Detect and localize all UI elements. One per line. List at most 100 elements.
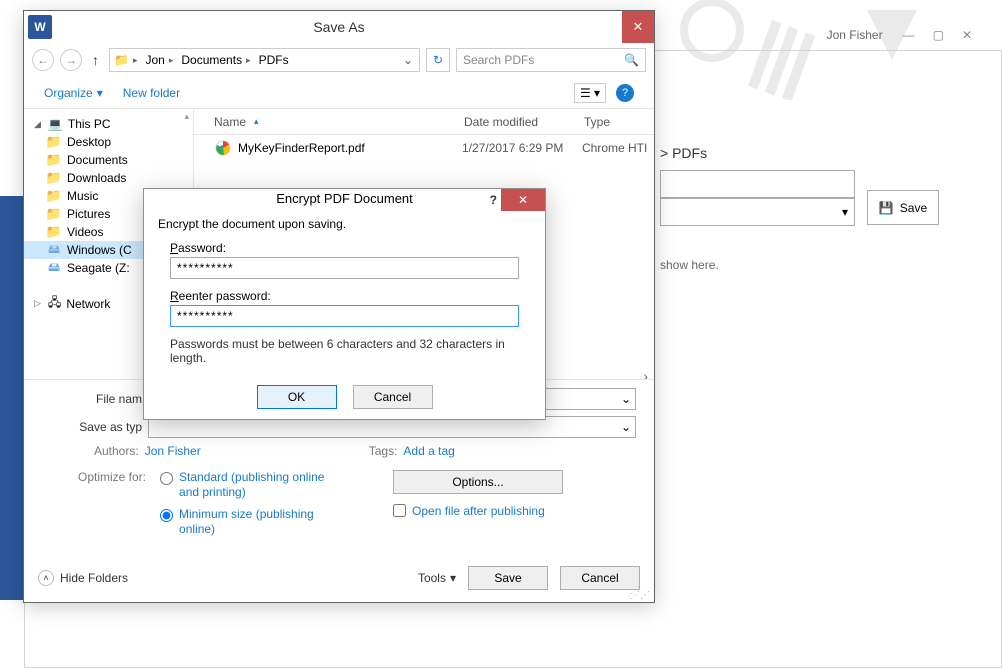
- drive-icon: [46, 243, 62, 257]
- folder-icon: [46, 171, 62, 185]
- col-date[interactable]: Date modified: [464, 115, 584, 129]
- refresh-button[interactable]: ↻: [426, 48, 450, 72]
- saveas-titlebar[interactable]: W Save As ✕: [24, 11, 654, 43]
- reenter-label: Reenter password:: [170, 289, 531, 303]
- word-app-icon: W: [28, 15, 52, 39]
- view-options-button[interactable]: ☰ ▾: [574, 83, 606, 103]
- search-icon: 🔍: [624, 53, 639, 67]
- savetype-label: Save as typ: [38, 420, 148, 434]
- authors-value[interactable]: Jon Fisher: [145, 444, 201, 458]
- encrypt-body: Encrypt the document upon saving. Passwo…: [144, 207, 545, 385]
- expand-icon[interactable]: ◢: [34, 119, 41, 130]
- expand-icon[interactable]: ▷: [34, 298, 41, 309]
- forward-button[interactable]: →: [60, 49, 82, 71]
- peek-info-text: show here.: [660, 258, 719, 272]
- file-date: 1/27/2017 6:29 PM: [462, 141, 582, 155]
- file-type: Chrome HTI: [582, 141, 647, 155]
- restore-icon[interactable]: ▢: [933, 28, 944, 42]
- options-button[interactable]: Options...: [393, 470, 563, 494]
- encrypt-message: Encrypt the document upon saving.: [158, 217, 531, 231]
- folder-icon: [46, 135, 62, 149]
- radio-standard[interactable]: Standard (publishing online and printing…: [160, 470, 329, 501]
- peek-save-label: Save: [900, 201, 927, 215]
- chrome-pdf-icon: [214, 139, 232, 157]
- tags-value[interactable]: Add a tag: [403, 444, 454, 458]
- close-button[interactable]: ✕: [501, 189, 545, 211]
- scroll-up-icon[interactable]: ▴: [184, 111, 189, 122]
- peek-breadcrumb: > PDFs: [660, 145, 707, 161]
- peek-type-dropdown[interactable]: ▾: [660, 198, 855, 226]
- encrypt-pdf-dialog: Encrypt PDF Document ? ✕ Encrypt the doc…: [143, 188, 546, 420]
- drive-icon: [46, 261, 62, 275]
- tree-item[interactable]: Documents: [24, 151, 193, 169]
- cancel-button[interactable]: Cancel: [560, 566, 640, 590]
- open-after-checkbox[interactable]: Open file after publishing: [393, 504, 563, 518]
- ok-button[interactable]: OK: [257, 385, 337, 409]
- help-button[interactable]: ?: [616, 84, 634, 102]
- chevron-up-icon: ˄: [38, 570, 54, 586]
- help-button[interactable]: ?: [490, 193, 497, 207]
- col-name[interactable]: Name: [214, 115, 246, 129]
- breadcrumb-segment[interactable]: Jon ▸: [141, 53, 177, 67]
- resize-grip[interactable]: ⋰⋰⋰: [630, 588, 650, 598]
- toolbar: Organize ▾ New folder ☰ ▾ ?: [24, 77, 654, 109]
- breadcrumb-dropdown[interactable]: ⌄: [397, 53, 419, 67]
- tree-item[interactable]: Desktop: [24, 133, 193, 151]
- folder-icon: [46, 153, 62, 167]
- peek-save-button[interactable]: 💾 Save: [867, 190, 939, 225]
- encrypt-titlebar[interactable]: Encrypt PDF Document ? ✕: [144, 189, 545, 207]
- file-name: MyKeyFinderReport.pdf: [238, 141, 462, 155]
- chevron-down-icon: ▾: [842, 205, 848, 219]
- radio-minimum-input[interactable]: [160, 509, 173, 522]
- save-button[interactable]: Save: [468, 566, 548, 590]
- word-titlebar: Jon Fisher — ▢ ✕: [827, 28, 972, 42]
- reenter-password-input[interactable]: [170, 305, 519, 327]
- folder-icon: [46, 207, 62, 221]
- close-button[interactable]: ✕: [622, 11, 654, 43]
- navigation-row: ← → ↑ 📁 ▸ Jon ▸ Documents ▸ PDFs ⌄ ↻ Sea…: [24, 43, 654, 77]
- radio-minimum[interactable]: Minimum size (publishing online): [160, 507, 329, 538]
- sort-up-icon: ▴: [254, 116, 259, 127]
- file-row[interactable]: MyKeyFinderReport.pdf 1/27/2017 6:29 PM …: [194, 135, 654, 161]
- authors-label: Authors:: [94, 444, 139, 458]
- encrypt-dialog-title: Encrypt PDF Document: [276, 191, 413, 206]
- tree-this-pc[interactable]: ◢ This PC: [24, 115, 193, 133]
- chevron-down-icon: ⌄: [621, 420, 631, 434]
- column-headers[interactable]: Name ▴ Date modified Type: [194, 109, 654, 135]
- radio-standard-input[interactable]: [160, 472, 173, 485]
- encrypt-actions: OK Cancel: [144, 385, 545, 419]
- up-button[interactable]: ↑: [88, 52, 103, 68]
- organize-button[interactable]: Organize ▾: [44, 86, 103, 100]
- word-nav-strip: [0, 196, 25, 600]
- close-icon[interactable]: ✕: [962, 28, 972, 42]
- chevron-down-icon: ▾: [450, 571, 456, 585]
- minimize-icon[interactable]: —: [903, 28, 915, 42]
- pc-icon: [48, 117, 63, 131]
- optimize-label: Optimize for:: [38, 470, 146, 484]
- tools-button[interactable]: Tools ▾: [418, 571, 456, 585]
- chevron-down-icon: ▾: [97, 86, 103, 100]
- tree-item[interactable]: Downloads: [24, 169, 193, 187]
- password-note: Passwords must be between 6 characters a…: [170, 337, 519, 365]
- user-name: Jon Fisher: [827, 28, 883, 42]
- hide-folders-button[interactable]: ˄ Hide Folders: [38, 570, 128, 586]
- breadcrumb-bar[interactable]: 📁 ▸ Jon ▸ Documents ▸ PDFs ⌄: [109, 48, 420, 72]
- dialog-title: Save As: [313, 19, 364, 35]
- new-folder-button[interactable]: New folder: [123, 86, 180, 100]
- tags-label: Tags:: [369, 444, 398, 458]
- password-input[interactable]: [170, 257, 519, 279]
- folder-icon: [46, 189, 62, 203]
- open-after-input[interactable]: [393, 504, 406, 517]
- search-input[interactable]: Search PDFs 🔍: [456, 48, 646, 72]
- col-type[interactable]: Type: [584, 115, 654, 129]
- back-button[interactable]: ←: [32, 49, 54, 71]
- cancel-button[interactable]: Cancel: [353, 385, 433, 409]
- breadcrumb-root-icon[interactable]: 📁 ▸: [110, 53, 141, 67]
- search-placeholder: Search PDFs: [463, 53, 534, 67]
- chevron-down-icon: ⌄: [621, 392, 631, 406]
- breadcrumb-segment[interactable]: Documents ▸: [177, 53, 254, 67]
- breadcrumb-segment[interactable]: PDFs: [255, 53, 293, 67]
- network-icon: [48, 293, 61, 314]
- peek-filename-field[interactable]: [660, 170, 855, 198]
- disk-icon: 💾: [879, 201, 894, 215]
